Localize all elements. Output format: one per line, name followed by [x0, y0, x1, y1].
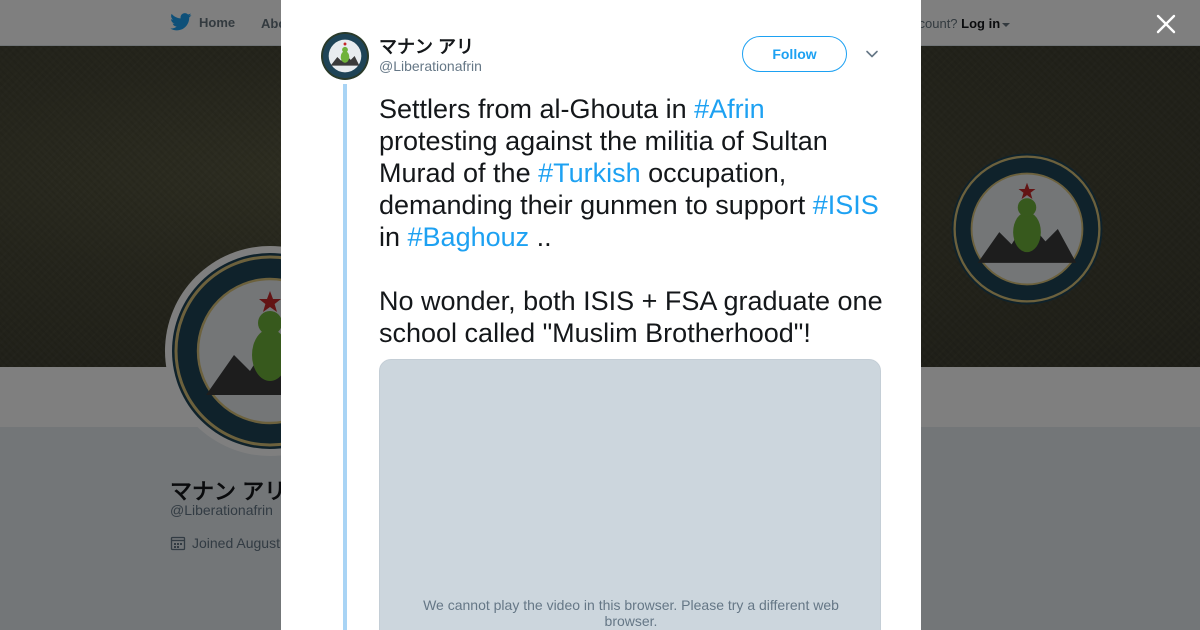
hashtag-turkish[interactable]: #Turkish	[538, 158, 641, 188]
video-player[interactable]: We cannot play the video in this browser…	[379, 359, 881, 630]
tweet-text-segment: ..	[529, 222, 552, 252]
tweet-text-segment: Settlers from al-Ghouta in	[379, 94, 695, 124]
hashtag-isis[interactable]: #ISIS	[813, 190, 879, 220]
tweet-paragraph-1: Settlers from al-Ghouta in #Afrin protes…	[379, 93, 889, 253]
tweet-text: Settlers from al-Ghouta in #Afrin protes…	[379, 93, 889, 349]
chevron-down-icon[interactable]	[864, 46, 880, 62]
video-unsupported-message: We cannot play the video in this browser…	[423, 597, 839, 629]
hashtag-afrin[interactable]: #Afrin	[694, 94, 765, 124]
follow-button[interactable]: Follow	[742, 36, 847, 72]
tweet-author-avatar[interactable]	[321, 32, 369, 80]
tweet-modal: マナン アリ @Liberationafrin Follow Settlers …	[281, 0, 921, 630]
tweet-paragraph-2: No wonder, both ISIS + FSA graduate one …	[379, 286, 883, 348]
thread-line	[343, 84, 347, 630]
tweet-author-handle[interactable]: @Liberationafrin	[379, 58, 482, 74]
tweet-author-name[interactable]: マナン アリ	[379, 33, 474, 59]
author-avatar-emblem	[321, 32, 369, 80]
hashtag-baghouz[interactable]: #Baghouz	[408, 222, 530, 252]
close-icon[interactable]	[1154, 12, 1178, 36]
tweet-text-segment: in	[379, 222, 408, 252]
